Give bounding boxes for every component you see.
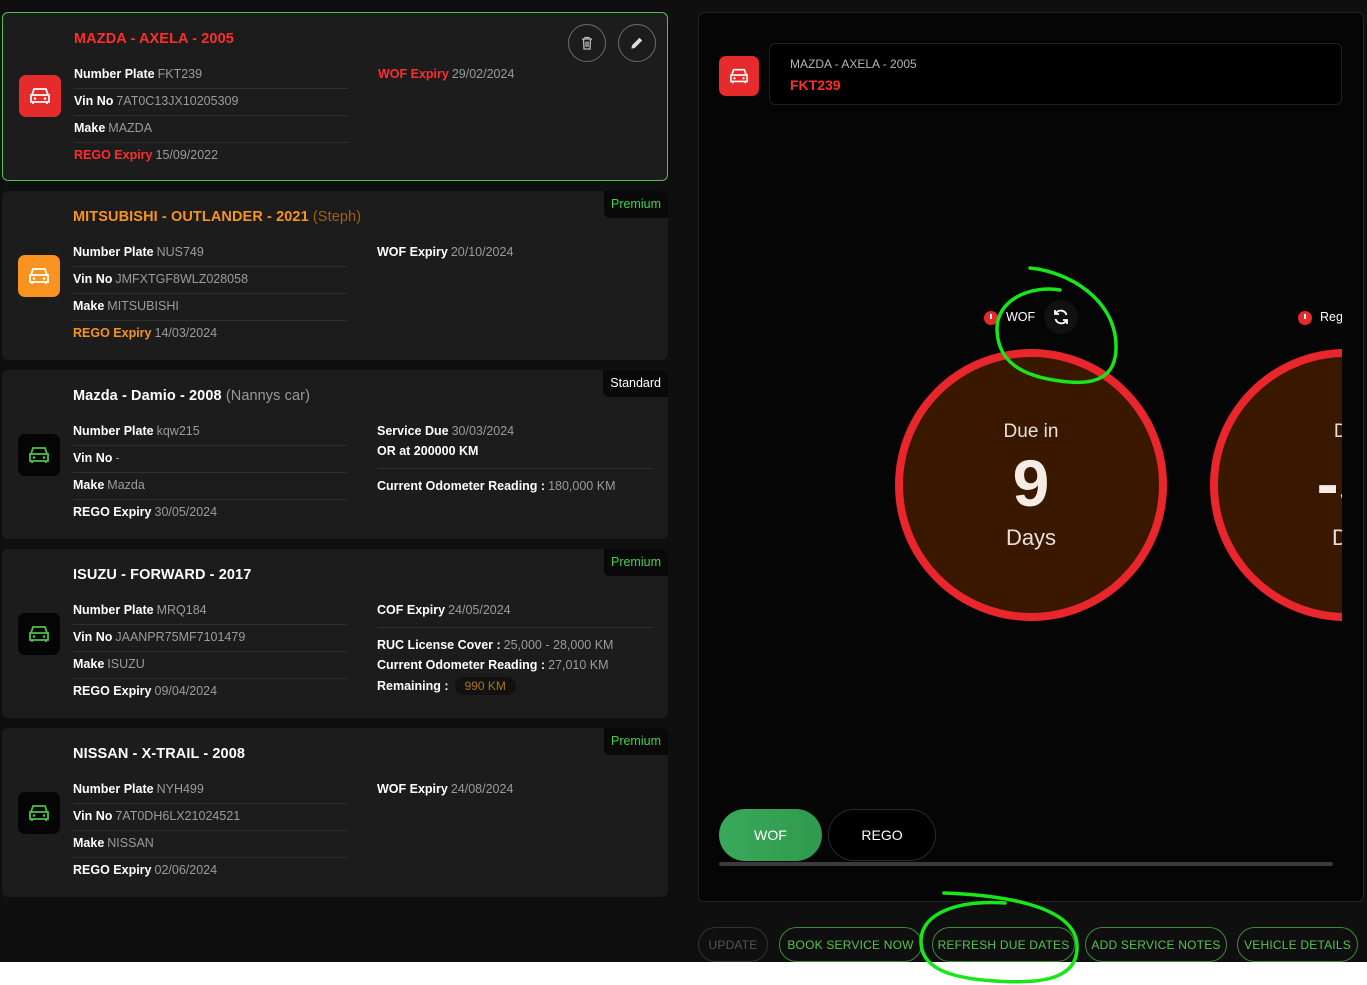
vin-row: Vin No 7AT0DH6LX21024521 [73,809,241,823]
tab-scroll-track[interactable] [719,862,1333,866]
make-row: Make ISUZU [73,657,145,671]
number-plate-row: Number Plate NUS749 [73,245,204,259]
odometer-row: Current Odometer Reading :180,000 KM [377,479,616,493]
cof-expiry-row: COF Expiry 24/05/2024 [377,603,511,617]
rego-expiry-row: REGO Expiry 15/09/2022 [74,148,219,162]
tab-wof[interactable]: WOF [719,809,822,861]
delete-button[interactable] [568,24,606,62]
vehicle-card-isuzu-forward[interactable]: Premium ISUZU - FORWARD - 2017 Number Pl… [2,549,668,718]
edit-icon [631,37,643,49]
car-icon [18,434,60,476]
number-plate-row: Number Plate FKT239 [74,67,203,81]
car-icon [19,75,61,117]
vin-row: Vin No 7AT0C13JX10205309 [74,94,239,108]
update-button[interactable]: UPDATE [698,927,768,962]
vehicle-detail-panel: MAZDA - AXELA - 2005 FKT239 WOF Due in 9… [698,12,1364,902]
vehicle-details-button[interactable]: VEHICLE DETAILS [1237,927,1358,962]
number-plate-row: Number Plate NYH499 [73,782,204,796]
car-icon [18,255,60,297]
make-row: Make MAZDA [74,121,153,135]
service-due-row: Service Due 30/03/2024 [377,424,515,438]
vehicle-card-mazda-axela[interactable]: MAZDA - AXELA - 2005 Number Plate FKT239 … [2,12,668,181]
rego-expiry-row: REGO Expiry 14/03/2024 [73,326,218,340]
edit-button[interactable] [618,24,656,62]
odometer-row: Current Odometer Reading :27,010 KM [377,658,609,672]
vehicle-title: Mazda - Damio - 2008 (Nannys car) [73,388,311,404]
vehicle-card-nissan-xtrail[interactable]: Premium NISSAN - X-TRAIL - 2008 Number P… [2,728,668,897]
rego-due-gauge: Du -5 Da [1210,349,1342,621]
vin-row: Vin No - [73,451,120,465]
plan-badge: Premium [603,191,668,218]
number-plate-row: Number Plate MRQ184 [73,603,207,617]
make-row: Make MITSUBISHI [73,299,179,313]
service-due-km-row: OR at 200000 KM [377,444,479,458]
vehicle-card-mitsubishi-outlander[interactable]: Premium MITSUBISHI - OUTLANDER - 2021 (S… [2,191,668,360]
book-service-button[interactable]: BOOK SERVICE NOW [779,927,922,962]
make-row: Make NISSAN [73,836,154,850]
wof-expiry-row: WOF Expiry 20/10/2024 [377,245,514,259]
wof-expiry-row: WOF Expiry 24/08/2024 [377,782,514,796]
rego-expiry-row: REGO Expiry 09/04/2024 [73,684,218,698]
rego-gauge-label: Reg [1320,310,1342,324]
car-icon [18,792,60,834]
app-window: MAZDA - AXELA - 2005 Number Plate FKT239 … [0,0,1367,962]
vehicle-title: NISSAN - X-TRAIL - 2008 [73,746,246,762]
gauge-top-text: Du [1218,421,1342,443]
ruc-license-row: RUC License Cover :25,000 - 28,000 KM [377,638,614,652]
plan-badge: Standard [603,370,668,397]
vin-row: Vin No JMFXTGF8WLZ028058 [73,272,249,286]
car-icon [18,613,60,655]
rego-expiry-row: REGO Expiry 30/05/2024 [73,505,218,519]
clock-icon [1298,311,1312,325]
vehicle-card-mazda-damio[interactable]: Standard Mazda - Damio - 2008 (Nannys ca… [2,370,668,539]
gauge-number: -5 [1316,446,1342,520]
vehicle-title: MAZDA - AXELA - 2005 [74,31,234,47]
tab-rego[interactable]: REGO [828,809,936,861]
remaining-row: Remaining :990 KM [377,677,516,695]
rego-expiry-row: REGO Expiry 02/06/2024 [73,863,218,877]
vehicle-title: ISUZU - FORWARD - 2017 [73,567,252,583]
vin-row: Vin No JAANPR75MF7101479 [73,630,246,644]
wof-expiry-row: WOF Expiry 29/02/2024 [378,67,515,81]
vehicle-title: MITSUBISHI - OUTLANDER - 2021 (Steph) [73,209,362,225]
add-service-notes-button[interactable]: ADD SERVICE NOTES [1085,927,1227,962]
plan-badge: Premium [603,728,668,755]
number-plate-row: Number Plate kqw215 [73,424,200,438]
refresh-due-dates-button[interactable]: REFRESH DUE DATES [932,927,1075,962]
remaining-km-pill: 990 KM [454,677,516,695]
trash-icon [582,36,592,50]
plan-badge: Premium [603,549,668,576]
make-row: Make Mazda [73,478,145,492]
gauge-bottom-text: Da [1218,525,1342,551]
